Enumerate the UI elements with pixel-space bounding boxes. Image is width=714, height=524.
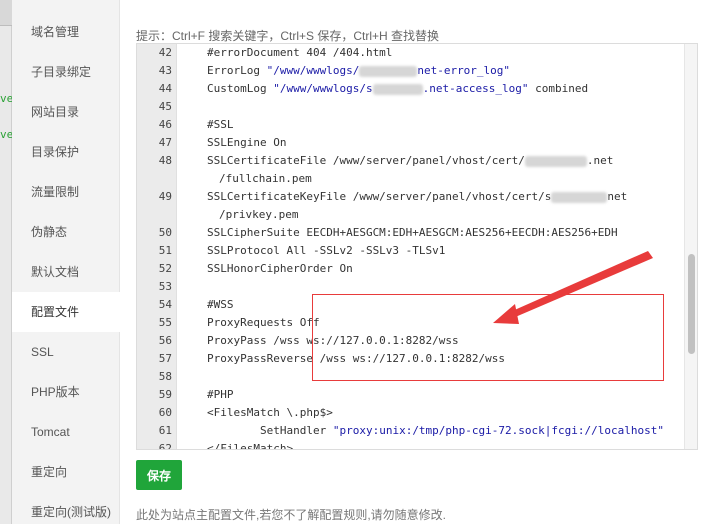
save-button[interactable]: 保存 (136, 460, 182, 490)
redacted-text (524, 155, 587, 167)
line-number: 44 (158, 82, 172, 95)
scrollbar-thumb[interactable] (688, 254, 695, 354)
background-mark: ve (0, 128, 12, 141)
code-line: ProxyPassReverse /wss ws://127.0.0.1:828… (207, 352, 506, 365)
line-number: 51 (158, 244, 172, 257)
redacted-text (551, 191, 608, 203)
sidebar-item-config-file[interactable]: 配置文件 (12, 292, 120, 332)
line-number: 53 (158, 280, 172, 293)
line-number: 45 (158, 100, 172, 113)
code-line: SSLCertificateFile /www/server/panel/vho… (207, 154, 614, 167)
sidebar-item-default-document[interactable]: 默认文档 (12, 252, 120, 292)
sidebar-item-php-version[interactable]: PHP版本 (12, 372, 120, 412)
config-file-panel: 提示：Ctrl+F 搜索关键字，Ctrl+S 保存，Ctrl+H 查找替换 42… (121, 0, 714, 524)
code-line: SSLEngine On (207, 136, 287, 149)
keyboard-shortcut-tip: 提示：Ctrl+F 搜索关键字，Ctrl+S 保存，Ctrl+H 查找替换 (136, 29, 440, 43)
code-line: SetHandler "proxy:unix:/tmp/php-cgi-72.s… (207, 424, 664, 437)
sidebar-item-ssl[interactable]: SSL (12, 332, 120, 372)
sidebar-item-directory-protection[interactable]: 目录保护 (12, 132, 120, 172)
line-number: 54 (158, 298, 172, 311)
line-number: 52 (158, 262, 172, 275)
settings-sidebar: 域名管理 子目录绑定 网站目录 目录保护 流量限制 伪静态 默认文档 配置文件 … (12, 0, 120, 524)
code-line: </FilesMatch> (207, 442, 294, 449)
code-line: #SSL (207, 118, 234, 131)
code-line: CustomLog "/www/wwwlogs/s .net-access_log… (207, 82, 589, 95)
config-warning-note: 此处为站点主配置文件,若您不了解配置规则,请勿随意修改. (136, 508, 447, 522)
code-line: <FilesMatch \.php$> (207, 406, 333, 419)
sidebar-item-site-directory[interactable]: 网站目录 (12, 92, 120, 132)
sidebar-item-tomcat[interactable]: Tomcat (12, 412, 120, 452)
line-number: 59 (158, 388, 172, 401)
sidebar-item-subdirectory-binding[interactable]: 子目录绑定 (12, 52, 120, 92)
line-number-gutter: 42 43 44 45 46 47 48 49 50 51 52 53 54 5… (137, 44, 177, 449)
line-number: 50 (158, 226, 172, 239)
code-line: ProxyRequests Off (207, 316, 320, 329)
code-line: #PHP (207, 388, 234, 401)
code-line: #errorDocument 404 /404.html (207, 46, 393, 59)
background-tab (0, 0, 12, 26)
line-number: 48 (158, 154, 172, 167)
code-line: #WSS (207, 298, 234, 311)
editor-scrollbar[interactable] (684, 44, 697, 449)
sidebar-item-rewrite[interactable]: 伪静态 (12, 212, 120, 252)
background-page-strip: ve ve (0, 0, 12, 524)
background-mark: ve (0, 92, 12, 105)
code-line: SSLCipherSuite EECDH+AESGCM:EDH+AESGCM:A… (207, 226, 618, 239)
line-number: 42 (158, 46, 172, 59)
line-number: 57 (158, 352, 172, 365)
code-line: SSLProtocol All -SSLv2 -SSLv3 -TLSv1 (207, 244, 446, 257)
line-number: 43 (158, 64, 172, 77)
code-line-wrap: /fullchain.pem (219, 172, 312, 185)
line-number: 58 (158, 370, 172, 383)
line-number: 49 (158, 190, 172, 203)
line-number: 60 (158, 406, 172, 419)
config-code-editor[interactable]: 42 43 44 45 46 47 48 49 50 51 52 53 54 5… (136, 43, 698, 450)
line-number: 46 (158, 118, 172, 131)
code-line-wrap: /privkey.pem (219, 208, 299, 221)
redacted-text (359, 65, 418, 77)
code-line: ErrorLog "/www/wwwlogs/net-error_log" (207, 64, 511, 77)
line-number: 62 (158, 442, 172, 450)
code-line: SSLCertificateKeyFile /www/server/panel/… (207, 190, 628, 203)
redacted-text (372, 83, 423, 95)
code-line: SSLHonorCipherOrder On (207, 262, 353, 275)
line-number: 55 (158, 316, 172, 329)
code-text-area[interactable]: #errorDocument 404 /404.html ErrorLog "/… (177, 44, 685, 449)
sidebar-item-domain-management[interactable]: 域名管理 (12, 12, 120, 52)
line-number: 56 (158, 334, 172, 347)
line-number: 61 (158, 424, 172, 437)
sidebar-item-redirect[interactable]: 重定向 (12, 452, 120, 492)
sidebar-item-redirect-beta[interactable]: 重定向(测试版) (12, 492, 120, 524)
line-number: 47 (158, 136, 172, 149)
code-line: ProxyPass /wss ws://127.0.0.1:8282/wss (207, 334, 459, 347)
sidebar-item-traffic-limit[interactable]: 流量限制 (12, 172, 120, 212)
